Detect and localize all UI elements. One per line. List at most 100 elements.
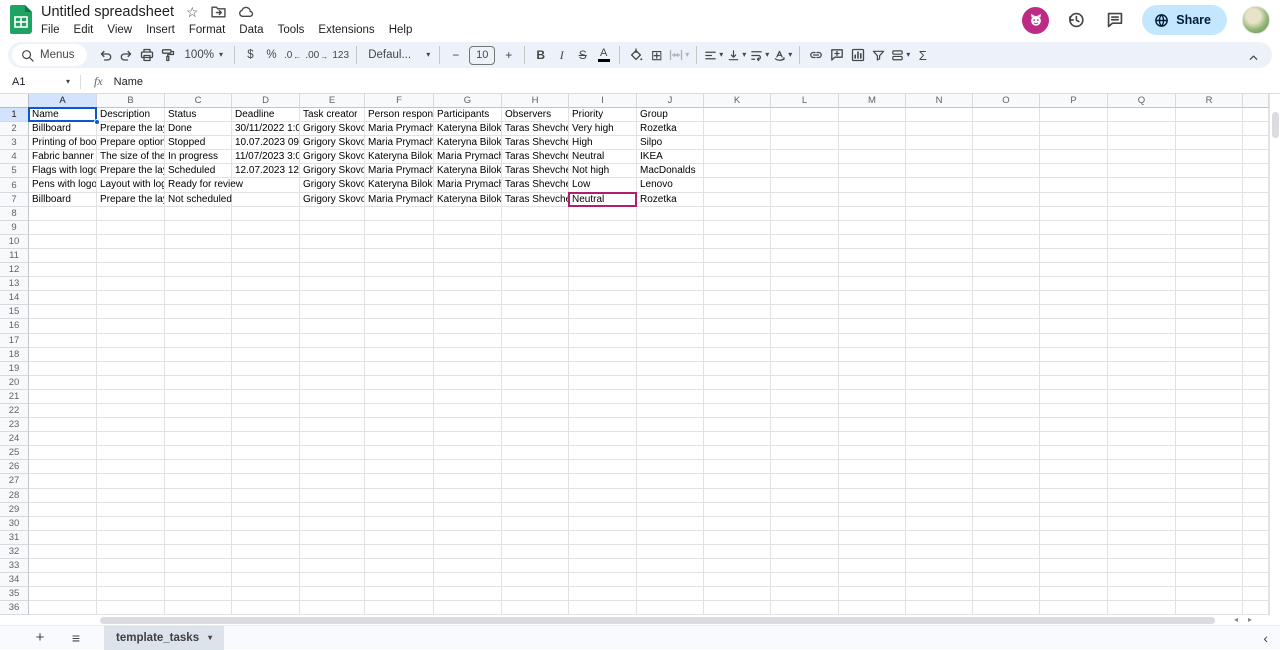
cell-H35[interactable] <box>502 587 569 601</box>
cell-B28[interactable] <box>97 489 165 503</box>
cell-B34[interactable] <box>97 573 165 587</box>
cell-L19[interactable] <box>771 362 839 376</box>
cell-S23[interactable] <box>1243 418 1269 432</box>
cell-K12[interactable] <box>704 263 771 277</box>
cell-S24[interactable] <box>1243 432 1269 446</box>
menu-help[interactable]: Help <box>382 22 420 38</box>
cell-F32[interactable] <box>365 545 434 559</box>
cell-H6[interactable]: Taras Shevchenko <box>502 178 569 192</box>
cell-K26[interactable] <box>704 460 771 474</box>
cell-S27[interactable] <box>1243 474 1269 488</box>
cell-S3[interactable] <box>1243 136 1269 150</box>
insert-link-button[interactable] <box>805 44 826 66</box>
cell-J31[interactable] <box>637 531 704 545</box>
cell-O18[interactable] <box>973 348 1040 362</box>
cell-Q33[interactable] <box>1108 559 1176 573</box>
cell-F26[interactable] <box>365 460 434 474</box>
cell-Q11[interactable] <box>1108 249 1176 263</box>
cell-G35[interactable] <box>434 587 502 601</box>
cell-O19[interactable] <box>973 362 1040 376</box>
column-header-N[interactable]: N <box>906 94 973 108</box>
cell-B5[interactable]: Prepare the layout <box>97 164 165 178</box>
cell-H26[interactable] <box>502 460 569 474</box>
cell-C6[interactable]: Ready for review <box>165 178 232 192</box>
cell-M23[interactable] <box>839 418 906 432</box>
cell-A34[interactable] <box>29 573 97 587</box>
borders-button[interactable]: ⊞ <box>646 44 667 66</box>
cell-M18[interactable] <box>839 348 906 362</box>
cell-R33[interactable] <box>1176 559 1243 573</box>
cell-L28[interactable] <box>771 489 839 503</box>
cell-M21[interactable] <box>839 390 906 404</box>
increase-font-size-button[interactable]: + <box>498 44 519 66</box>
cell-C16[interactable] <box>165 319 232 333</box>
cell-J16[interactable] <box>637 319 704 333</box>
cell-J23[interactable] <box>637 418 704 432</box>
row-header-24[interactable]: 24 <box>0 432 29 446</box>
cell-O16[interactable] <box>973 319 1040 333</box>
cell-A5[interactable]: Flags with logo <box>29 164 97 178</box>
cell-H12[interactable] <box>502 263 569 277</box>
cell-D1[interactable]: Deadline <box>232 108 300 122</box>
document-title[interactable]: Untitled spreadsheet <box>41 4 174 20</box>
cell-C20[interactable] <box>165 376 232 390</box>
cell-R1[interactable] <box>1176 108 1243 122</box>
cell-F17[interactable] <box>365 334 434 348</box>
cell-C23[interactable] <box>165 418 232 432</box>
cell-E5[interactable]: Grigory Skovoroda <box>300 164 365 178</box>
cell-H17[interactable] <box>502 334 569 348</box>
cell-J6[interactable]: Lenovo <box>637 178 704 192</box>
vertical-align-button[interactable]: ▾ <box>725 44 748 66</box>
cell-F22[interactable] <box>365 404 434 418</box>
cell-C27[interactable] <box>165 474 232 488</box>
cell-E27[interactable] <box>300 474 365 488</box>
menu-format[interactable]: Format <box>182 22 232 38</box>
cell-L25[interactable] <box>771 446 839 460</box>
cell-I6[interactable]: Low <box>569 178 637 192</box>
cell-I25[interactable] <box>569 446 637 460</box>
cell-A1[interactable]: Name <box>29 108 97 122</box>
cell-I17[interactable] <box>569 334 637 348</box>
cell-R9[interactable] <box>1176 221 1243 235</box>
cell-D26[interactable] <box>232 460 300 474</box>
cell-R4[interactable] <box>1176 150 1243 164</box>
cell-H34[interactable] <box>502 573 569 587</box>
cell-P30[interactable] <box>1040 517 1108 531</box>
cell-P6[interactable] <box>1040 178 1108 192</box>
cell-A22[interactable] <box>29 404 97 418</box>
cell-E35[interactable] <box>300 587 365 601</box>
cell-N26[interactable] <box>906 460 973 474</box>
cell-S17[interactable] <box>1243 334 1269 348</box>
horizontal-align-button[interactable]: ▾ <box>702 44 725 66</box>
cell-G8[interactable] <box>434 207 502 221</box>
cell-K31[interactable] <box>704 531 771 545</box>
cell-L31[interactable] <box>771 531 839 545</box>
cell-D25[interactable] <box>232 446 300 460</box>
merge-cells-button[interactable]: ▾ <box>667 44 691 66</box>
column-header-Q[interactable]: Q <box>1108 94 1176 108</box>
cell-D10[interactable] <box>232 235 300 249</box>
cell-Q22[interactable] <box>1108 404 1176 418</box>
column-header-J[interactable]: J <box>637 94 704 108</box>
row-header-1[interactable]: 1 <box>0 108 29 122</box>
cell-F19[interactable] <box>365 362 434 376</box>
cell-M30[interactable] <box>839 517 906 531</box>
cell-L23[interactable] <box>771 418 839 432</box>
cell-A26[interactable] <box>29 460 97 474</box>
cell-K25[interactable] <box>704 446 771 460</box>
cell-F5[interactable]: Maria Prymachenko <box>365 164 434 178</box>
cell-L3[interactable] <box>771 136 839 150</box>
cell-S21[interactable] <box>1243 390 1269 404</box>
cell-O20[interactable] <box>973 376 1040 390</box>
row-header-29[interactable]: 29 <box>0 503 29 517</box>
currency-format-button[interactable]: $ <box>240 44 261 66</box>
all-sheets-button[interactable]: ≡ <box>64 626 88 650</box>
cell-C36[interactable] <box>165 601 232 615</box>
cell-F7[interactable]: Maria Prymachenko <box>365 193 434 207</box>
cell-H8[interactable] <box>502 207 569 221</box>
cell-N28[interactable] <box>906 489 973 503</box>
cell-K36[interactable] <box>704 601 771 615</box>
cell-H19[interactable] <box>502 362 569 376</box>
cell-H32[interactable] <box>502 545 569 559</box>
cell-O4[interactable] <box>973 150 1040 164</box>
